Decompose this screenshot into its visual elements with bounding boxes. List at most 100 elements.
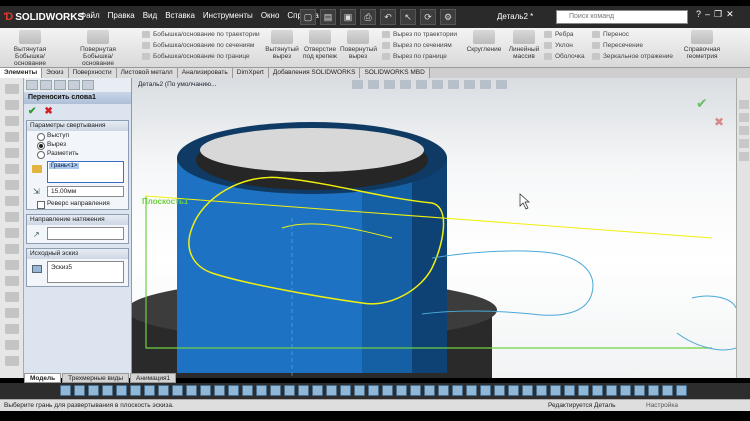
toolbar-icon[interactable] (228, 385, 239, 396)
save-icon[interactable]: ▣ (340, 9, 356, 25)
rebuild-icon[interactable]: ⟳ (420, 9, 436, 25)
feature-breadcrumb[interactable]: Деталь2 (По умолчанию... (138, 81, 216, 88)
options-icon[interactable]: ⚙ (440, 9, 456, 25)
toolbar-icon[interactable] (88, 385, 99, 396)
toolbar-icon[interactable] (298, 385, 309, 396)
view-orientation-icon[interactable] (416, 80, 427, 89)
toolbar-icon[interactable] (494, 385, 505, 396)
search-input[interactable]: Поиск команд (556, 10, 688, 24)
pull-direction-input[interactable] (47, 227, 124, 240)
tab-model[interactable]: Модель (24, 373, 62, 383)
toolbar-icon[interactable] (606, 385, 617, 396)
tab-addins[interactable]: Добавления SOLIDWORKS (268, 68, 361, 78)
confirm-ok-icon[interactable]: ✔ (696, 96, 708, 112)
toolbar-icon[interactable] (130, 385, 141, 396)
previous-view-icon[interactable] (384, 80, 395, 89)
open-file-icon[interactable]: ▤ (320, 9, 336, 25)
source-sketch-list[interactable]: Эскиз5 (47, 261, 124, 283)
view-palette-icon[interactable] (739, 139, 749, 148)
menu-window[interactable]: Окно (261, 11, 280, 20)
linear-pattern-button[interactable]: Линейный массив (506, 30, 542, 60)
toolbar-icon[interactable] (256, 385, 267, 396)
hole-wizard-button[interactable]: Отверстие под крепеж (302, 30, 338, 60)
toolbar-icon[interactable] (550, 385, 561, 396)
zoom-fit-icon[interactable] (352, 80, 363, 89)
boundary-cut-button[interactable]: Вырез по границе (382, 53, 447, 60)
tab-dimxpert[interactable]: DimXpert (232, 68, 269, 78)
group-header[interactable]: Направление натяжения (27, 215, 128, 225)
toolbar-icon[interactable] (592, 385, 603, 396)
toolbar-icon[interactable] (536, 385, 547, 396)
section-view-icon[interactable] (400, 80, 411, 89)
toolbar-icon[interactable] (396, 385, 407, 396)
strip-tool-icon[interactable] (5, 180, 19, 190)
scene-icon[interactable] (480, 80, 491, 89)
tab-mbd[interactable]: SOLIDWORKS MBD (360, 68, 430, 78)
feature-tree-icon[interactable] (26, 80, 38, 90)
strip-tool-icon[interactable] (5, 228, 19, 238)
toolbar-icon[interactable] (158, 385, 169, 396)
file-explorer-icon[interactable] (739, 126, 749, 135)
draft-button[interactable]: Уклон (544, 42, 573, 49)
strip-tool-icon[interactable] (5, 308, 19, 318)
toolbar-icon[interactable] (466, 385, 477, 396)
toolbar-icon[interactable] (452, 385, 463, 396)
shell-button[interactable]: Оболочка (544, 53, 585, 60)
rib-button[interactable]: Ребра (544, 31, 574, 38)
toolbar-icon[interactable] (144, 385, 155, 396)
design-library-icon[interactable] (739, 113, 749, 122)
wrap-button[interactable]: Перенос (592, 31, 629, 38)
graphics-area[interactable]: Плоскость1 ✔ ✖ Деталь2 (По умолчанию... (132, 78, 736, 378)
tab-features[interactable]: Элементы (0, 68, 43, 78)
display-style-icon[interactable] (432, 80, 443, 89)
confirm-cancel-icon[interactable]: ✖ (714, 115, 724, 129)
swept-boss-button[interactable]: Бобышка/основание по траектории (142, 31, 260, 38)
mirror-button[interactable]: Зеркальное отражение (592, 53, 673, 60)
toolbar-icon[interactable] (214, 385, 225, 396)
toolbar-icon[interactable] (116, 385, 127, 396)
toolbar-icon[interactable] (340, 385, 351, 396)
strip-tool-icon[interactable] (5, 148, 19, 158)
reference-geometry-button[interactable]: Справочная геометрия (680, 30, 724, 60)
toolbar-icon[interactable] (634, 385, 645, 396)
strip-tool-icon[interactable] (5, 100, 19, 110)
strip-tool-icon[interactable] (5, 292, 19, 302)
property-manager-icon[interactable] (40, 80, 52, 90)
cancel-x-icon[interactable]: ✖ (44, 106, 52, 117)
strip-tool-icon[interactable] (5, 116, 19, 126)
toolbar-icon[interactable] (270, 385, 281, 396)
boundary-boss-button[interactable]: Бобышка/основание по границе (142, 53, 250, 60)
units-selector[interactable]: Настройка (646, 402, 678, 409)
tab-sketch[interactable]: Эскиз (42, 68, 69, 78)
menu-file[interactable]: Файл (80, 11, 100, 20)
strip-tool-icon[interactable] (5, 132, 19, 142)
view-settings-icon[interactable] (496, 80, 507, 89)
toolbar-icon[interactable] (564, 385, 575, 396)
toolbar-icon[interactable] (648, 385, 659, 396)
strip-tool-icon[interactable] (5, 212, 19, 222)
tab-evaluate[interactable]: Анализировать (177, 68, 233, 78)
radio-emboss[interactable]: Выступ (27, 131, 128, 141)
hide-show-icon[interactable] (448, 80, 459, 89)
toolbar-icon[interactable] (480, 385, 491, 396)
restore-icon[interactable]: ❐ (714, 9, 722, 20)
toolbar-icon[interactable] (74, 385, 85, 396)
face-selection-box[interactable]: Грань<1> (47, 161, 124, 183)
lofted-cut-button[interactable]: Вырез по сечениям (382, 42, 452, 49)
menu-edit[interactable]: Правка (108, 11, 135, 20)
toolbar-icon[interactable] (326, 385, 337, 396)
toolbar-icon[interactable] (410, 385, 421, 396)
strip-tool-icon[interactable] (5, 84, 19, 94)
strip-tool-icon[interactable] (5, 244, 19, 254)
toolbar-icon[interactable] (676, 385, 687, 396)
extruded-cut-button[interactable]: Вытянутый вырез (264, 30, 300, 60)
toolbar-icon[interactable] (382, 385, 393, 396)
strip-tool-icon[interactable] (5, 356, 19, 366)
display-manager-icon[interactable] (82, 80, 94, 90)
print-icon[interactable]: ⎙ (360, 9, 376, 25)
toolbar-icon[interactable] (102, 385, 113, 396)
strip-tool-icon[interactable] (5, 260, 19, 270)
configuration-icon[interactable] (54, 80, 66, 90)
strip-tool-icon[interactable] (5, 324, 19, 334)
appearance-icon[interactable] (464, 80, 475, 89)
